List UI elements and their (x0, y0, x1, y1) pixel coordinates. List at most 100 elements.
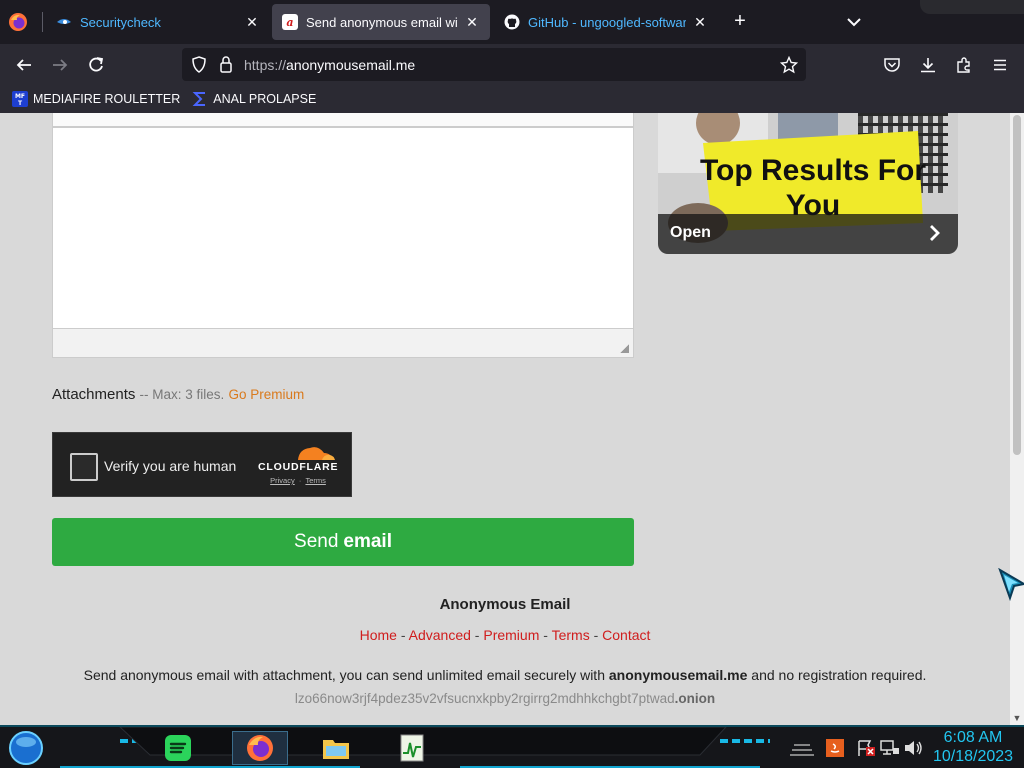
shield-swirl-icon (56, 14, 72, 30)
ad-open-label: Open (670, 224, 711, 241)
footer-brand: anonymousemail.me (608, 667, 748, 683)
network-icon[interactable] (880, 739, 900, 757)
puzzle-icon (957, 57, 970, 73)
system-clock[interactable]: 6:08 AM 10/18/2023 (928, 728, 1018, 766)
cloudflare-captcha: Verify you are human CLOUDFLARE Privacy … (52, 432, 352, 497)
cloudflare-wordmark: CLOUDFLARE (258, 461, 339, 473)
mouse-cursor-icon (998, 568, 1024, 602)
forward-button[interactable] (47, 52, 73, 78)
cloudflare-logo: CLOUDFLARE Privacy · Terms (258, 443, 338, 487)
taskbar-spotify[interactable] (160, 731, 196, 765)
editor-toolbar-edge (52, 113, 634, 127)
bookmark-anal-prolapse[interactable]: ANAL PROLAPSE (192, 91, 316, 107)
back-button[interactable] (11, 52, 37, 78)
tab-title: Send anonymous email with the (306, 14, 458, 30)
page-scrollbar[interactable]: ▼ (1010, 113, 1024, 725)
mft-icon: MFT (12, 91, 28, 107)
address-bar[interactable]: https://anonymousemail.me (182, 48, 806, 81)
footer-description: Send anonymous email with attachment, yo… (0, 667, 1010, 683)
star-icon[interactable] (780, 56, 798, 74)
footer-link-terms[interactable]: Terms (552, 627, 590, 643)
downloads-button[interactable] (915, 52, 941, 78)
java-icon[interactable] (826, 739, 844, 757)
taskbar-task-manager[interactable] (394, 731, 430, 765)
reload-button[interactable] (83, 52, 109, 78)
taskbar-firefox[interactable] (232, 731, 288, 765)
send-label-bold: email (343, 531, 392, 552)
sigma-icon (192, 92, 206, 106)
taskbar-frame (60, 727, 770, 768)
new-tab-button[interactable]: + (728, 10, 752, 34)
navigation-toolbar: https://anonymousemail.me (0, 44, 1024, 85)
advertisement[interactable]: Top Results For You Open (658, 113, 958, 254)
taskbar: 6:08 AM 10/18/2023 (0, 725, 1024, 768)
taskbar-file-explorer[interactable] (316, 731, 356, 765)
anonymousemail-logo-icon: a (282, 14, 298, 30)
github-icon (504, 14, 520, 30)
chevron-right-icon (930, 225, 940, 241)
footer-link-contact[interactable]: Contact (602, 627, 650, 643)
captcha-terms-link[interactable]: Terms (305, 476, 325, 485)
close-tab-icon[interactable]: ✕ (244, 14, 260, 31)
hamburger-menu-icon (994, 59, 1006, 71)
firefox-icon[interactable] (8, 12, 28, 32)
footer-link-premium[interactable]: Premium (483, 627, 539, 643)
chevron-down-icon[interactable] (842, 10, 866, 34)
cloud-icon (298, 447, 335, 460)
footer-link-advanced[interactable]: Advanced (409, 627, 471, 643)
captcha-checkbox[interactable] (70, 453, 98, 481)
resize-handle-icon[interactable] (620, 344, 629, 353)
page-content: Top Results For You Open Attachments -- … (0, 113, 1010, 725)
footer-desc-text: and no registration required. (751, 667, 927, 683)
tab-github[interactable]: GitHub - ungoogled-software/ ✕ (494, 4, 718, 40)
spotify-icon (165, 735, 191, 761)
editor-statusbar (52, 329, 634, 358)
tab-securitycheck[interactable]: Securitycheck ✕ (46, 4, 270, 40)
stacked-lines-icon[interactable] (790, 739, 814, 759)
pocket-button[interactable] (879, 52, 905, 78)
folder-icon (323, 740, 349, 759)
send-email-button[interactable]: Send email (52, 518, 634, 566)
reload-icon (89, 57, 104, 72)
attachments-label: Attachments (52, 386, 136, 403)
close-tab-icon[interactable]: ✕ (464, 14, 480, 31)
bookmark-label: ANAL PROLAPSE (213, 92, 317, 106)
message-textarea[interactable] (52, 127, 634, 329)
activity-chart-icon (400, 734, 424, 762)
bookmark-label: MEDIAFIRE ROULETTER (33, 92, 181, 106)
onion-address: lzo66now3rjf4pdez35v2vfsucnxkpby2rgirrg2… (0, 691, 1010, 706)
onion-tld: .onion (674, 691, 716, 706)
attachments-limit: -- Max: 3 files. (139, 387, 225, 402)
url-text: https://anonymousemail.me (244, 57, 415, 73)
menu-button[interactable] (987, 52, 1013, 78)
scroll-down-arrow-icon[interactable]: ▼ (1012, 713, 1022, 723)
tab-anonymous-email[interactable]: a Send anonymous email with the ✕ (272, 4, 490, 40)
footer-desc-text: Send anonymous email with attachment, yo… (83, 667, 605, 683)
send-label: Send (294, 531, 339, 552)
url-protocol: https:// (244, 57, 287, 73)
go-premium-link[interactable]: Go Premium (228, 387, 304, 402)
clock-time: 6:08 AM (943, 729, 1003, 746)
ad-headline: Top Results For You (699, 154, 927, 222)
captcha-links: Privacy · Terms (270, 476, 326, 485)
bookmark-mediafire-rouletter[interactable]: MF T MEDIAFIRE ROULETTER (12, 91, 180, 107)
extensions-button[interactable] (951, 52, 977, 78)
onion-host: lzo66now3rjf4pdez35v2vfsucnxkpby2rgirrg2… (294, 691, 675, 706)
arrow-left-icon (16, 59, 31, 71)
flag-error-icon[interactable] (856, 739, 876, 757)
clock-date: 10/18/2023 (932, 748, 1014, 765)
captcha-privacy-link[interactable]: Privacy (270, 476, 295, 485)
footer-link-home[interactable]: Home (360, 627, 397, 643)
volume-icon[interactable] (903, 739, 923, 757)
url-host: anonymousemail.me (286, 57, 416, 73)
footer-title: Anonymous Email (439, 596, 571, 613)
scroll-thumb[interactable] (1013, 115, 1021, 455)
screen: Securitycheck ✕ a Send anonymous email w… (0, 0, 1024, 768)
shield-icon[interactable] (191, 56, 207, 73)
close-tab-icon[interactable]: ✕ (692, 14, 708, 31)
ad-cta-bar[interactable]: Open (658, 214, 958, 254)
download-icon (921, 58, 935, 73)
start-orb-icon[interactable] (6, 730, 46, 766)
lock-icon[interactable] (219, 56, 233, 73)
window-controls (920, 0, 1024, 14)
